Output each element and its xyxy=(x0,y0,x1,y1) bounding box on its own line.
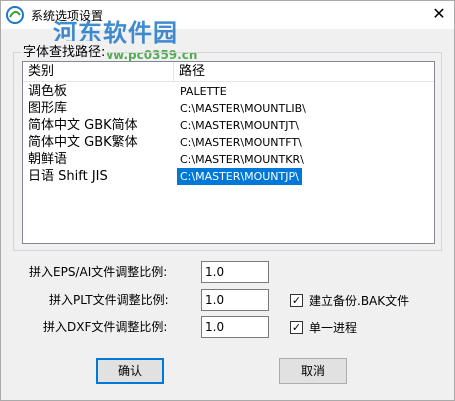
list-header: 类别 路径 xyxy=(23,62,434,82)
single-process-checkbox-label: 单一进程 xyxy=(309,320,358,335)
single-process-checkbox[interactable]: ✓ 单一进程 xyxy=(290,318,357,336)
column-header-path[interactable]: 路径 xyxy=(174,62,434,82)
check-icon: ✓ xyxy=(290,320,303,334)
close-icon: ✕ xyxy=(432,4,446,23)
eps-scale-label: 拼入EPS/AI文件调整比例: xyxy=(29,265,168,279)
options-dialog: 系统选项设置 ✕ 河东软件园 www.pc0359.cn 字体查找路径: 类别 … xyxy=(0,0,455,401)
row-type: 图形库 xyxy=(28,101,68,116)
plt-scale-input[interactable]: 1.0 xyxy=(201,289,269,311)
cancel-button[interactable]: 取消 xyxy=(279,358,347,384)
list-row[interactable]: 朝鲜语 C:\MASTER\MOUNTKR\ xyxy=(23,151,434,168)
list-row[interactable]: 图形库 C:\MASTER\MOUNTLIB\ xyxy=(23,100,434,117)
dxf-scale-label: 拼入DXF文件调整比例: xyxy=(43,320,168,334)
ok-button[interactable]: 确认 xyxy=(96,358,164,384)
list-row[interactable]: 简体中文 GBK繁体 C:\MASTER\MOUNTFT\ xyxy=(23,134,434,151)
list-row[interactable]: 简体中文 GBK简体 C:\MASTER\MOUNTJT\ xyxy=(23,117,434,134)
close-button[interactable]: ✕ xyxy=(425,3,453,27)
check-icon: ✓ xyxy=(290,293,303,307)
eps-scale-input[interactable]: 1.0 xyxy=(201,261,269,283)
row-path: C:\MASTER\MOUNTKR\ xyxy=(180,153,304,166)
row-path-selected: C:\MASTER\MOUNTJP\ xyxy=(177,168,302,185)
backup-checkbox[interactable]: ✓ 建立备份.BAK文件 xyxy=(290,291,409,309)
row-path: PALETTE xyxy=(180,85,227,98)
row-type: 简体中文 GBK繁体 xyxy=(28,135,138,150)
list-row[interactable]: 调色板 PALETTE xyxy=(23,83,434,100)
row-type: 调色板 xyxy=(28,84,68,99)
row-path: C:\MASTER\MOUNTFT\ xyxy=(180,136,302,149)
row-type: 简体中文 GBK简体 xyxy=(28,118,138,133)
font-path-group-label: 字体查找路径: xyxy=(21,41,108,60)
row-path: C:\MASTER\MOUNTLIB\ xyxy=(180,102,306,115)
dxf-scale-input[interactable]: 1.0 xyxy=(201,316,269,338)
app-icon xyxy=(6,6,24,24)
font-path-list[interactable]: 类别 路径 调色板 PALETTE 图形库 C:\MASTER\MOUNTLIB… xyxy=(22,61,435,244)
row-path: C:\MASTER\MOUNTJT\ xyxy=(180,119,299,132)
column-header-type[interactable]: 类别 xyxy=(23,62,174,82)
plt-scale-label: 拼入PLT文件调整比例: xyxy=(49,293,169,307)
list-row-selected[interactable]: 日语 Shift JIS C:\MASTER\MOUNTJP\ xyxy=(23,168,434,185)
row-type: 日语 Shift JIS xyxy=(28,169,108,184)
backup-checkbox-label: 建立备份.BAK文件 xyxy=(309,293,410,308)
row-type: 朝鲜语 xyxy=(28,152,68,167)
